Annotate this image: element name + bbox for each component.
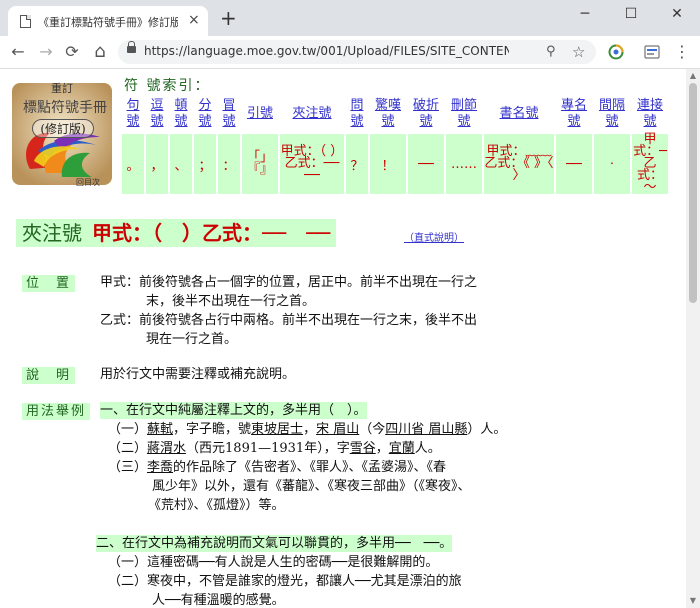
index-link-parenthesis[interactable]: 夾注號 — [280, 94, 344, 134]
address-bar[interactable]: https://language.moe.gov.tw/001/Upload/F… — [118, 40, 596, 64]
usage-example-5: （二）寒夜中，不管是誰家的燈光，都讓人──尤其是漂泊的旅 人──有種溫暖的感覺。 — [108, 574, 462, 608]
symbol-cell: 甲式：─ 乙式：～ — [632, 132, 668, 195]
browser-toolbar: ← → ⟳ ⌂ https://language.moe.gov.tw/001/… — [0, 36, 700, 69]
index-link-quotation[interactable]: 引號 — [242, 94, 278, 134]
url-text[interactable]: https://language.moe.gov.tw/001/Upload/F… — [144, 44, 509, 58]
reload-button[interactable]: ⟳ — [62, 42, 82, 62]
logo-line2: 標點符號手冊 — [23, 100, 107, 116]
new-tab-button[interactable]: + — [220, 8, 237, 28]
section-forms: 甲式：（ ）乙式：── ── — [92, 221, 331, 245]
symbol-index-symbol-row: 。 ， 、 ； ： 「」『』 甲式：（ ）乙式：── ── ？ ！ ── …… … — [122, 132, 668, 195]
index-link-ellipsis[interactable]: 刪節號 — [446, 94, 482, 134]
symbol-index-label: 符 號索引： — [124, 78, 211, 94]
symbol-cell: 。 — [122, 134, 144, 194]
browser-titlebar: 《重訂標點符號手冊》修訂版--引號 × + ─ ☐ ✕ — [0, 0, 700, 36]
index-link-connector[interactable]: 連接號 — [632, 94, 668, 134]
symbol-cell: ； — [194, 134, 216, 194]
maximize-button[interactable]: ☐ — [608, 0, 654, 30]
position-a-line2: 末，後半不出現在一行之首。 — [146, 294, 316, 309]
index-link-semicolon[interactable]: 分號 — [194, 94, 216, 134]
symbol-cell: ── — [408, 134, 444, 194]
position-b-line2: 現在一行之首。 — [146, 332, 238, 347]
symbol-cell: ： — [218, 134, 240, 194]
back-to-contents-link[interactable]: 回目次 — [76, 177, 100, 188]
index-link-period[interactable]: 句號 — [122, 94, 144, 134]
symbol-cell: 「」『』 — [242, 134, 278, 194]
symbol-cell: ── — [556, 134, 592, 194]
page-icon — [20, 15, 31, 28]
symbol-cell: …… — [446, 134, 482, 194]
index-link-book-title[interactable]: 書名號 — [484, 94, 554, 134]
index-link-question[interactable]: 問號 — [346, 94, 368, 134]
symbol-cell: 甲式：（ ）乙式：── ── — [280, 134, 344, 194]
symbol-cell: 、 — [170, 134, 192, 194]
symbol-cell: 甲式：﹏﹏乙式：《 》〈 〉 — [484, 134, 554, 194]
symbol-index-header-row: 句號 逗號 頓號 分號 冒號 引號 夾注號 問號 驚嘆號 破折號 刪節號 書名號… — [122, 94, 668, 134]
lock-icon[interactable] — [127, 41, 136, 53]
explanation-label: 說 明 — [22, 367, 76, 384]
usage-heading-2: 二、在行文中為補充說明而文氣可以聯貫的，多半用── ──。 — [96, 535, 453, 552]
scrollbar-thumb[interactable] — [689, 83, 697, 303]
index-link-comma[interactable]: 逗號 — [146, 94, 168, 134]
logo-line3: (修訂版) — [32, 119, 94, 138]
position-a-line1: 甲式：前後符號各占一個字的位置，居正中。前半不出現在一行之 — [100, 275, 478, 290]
symbol-cell: ‧ — [594, 134, 630, 194]
browser-menu-icon[interactable]: ⋮ — [672, 42, 692, 62]
usage-example-3: （三）李喬的作品除了《告密者》、《罪人》、《孟婆湯》、《春 風少年》以外，還有《… — [108, 460, 471, 513]
home-button[interactable]: ⌂ — [90, 42, 110, 62]
forward-button[interactable]: → — [36, 42, 56, 62]
index-link-enumeration-comma[interactable]: 頓號 — [170, 94, 192, 134]
scroll-down-icon[interactable]: ▼ — [686, 594, 700, 608]
position-text: 甲式：前後符號各占一個字的位置，居正中。前半不出現在一行之 末，後半不出現在一行… — [100, 273, 570, 349]
usage-label: 用法舉例 — [22, 403, 91, 420]
usage-example-1: （一）蘇軾，字子瞻，號東坡居士，宋 眉山（今四川省 眉山縣）人。 — [108, 422, 507, 437]
scroll-up-icon[interactable]: ▲ — [686, 69, 700, 83]
logo-line1: 重訂 — [51, 82, 73, 95]
position-b-line1: 乙式：前後符號各占行中兩格。前半不出現在一行之末，後半不出 — [100, 313, 478, 328]
symbol-cell: ， — [146, 134, 168, 194]
explanation-text: 用於行文中需要注釋或補充說明。 — [100, 367, 296, 382]
handbook-logo[interactable]: 重訂 標點符號手冊 (修訂版) 回目次 — [10, 81, 114, 187]
symbol-index-table: 句號 逗號 頓號 分號 冒號 引號 夾注號 問號 驚嘆號 破折號 刪節號 書名號… — [120, 94, 670, 194]
bookmark-star-icon[interactable]: ☆ — [572, 42, 585, 62]
index-link-dash[interactable]: 破折號 — [408, 94, 444, 134]
back-button[interactable]: ← — [8, 42, 28, 62]
tab-close-icon[interactable]: × — [188, 11, 200, 29]
usage-example-4: （一）這種密碼──有人說是人生的密碼──是很難解開的。 — [108, 555, 439, 570]
symbol-cell: ！ — [370, 134, 406, 194]
page-content: 重訂 標點符號手冊 (修訂版) 回目次 符 號索引： 句號 逗號 頓號 分號 冒… — [0, 69, 686, 608]
section-heading: 夾注號 甲式：（ ）乙式：── ── — [16, 219, 337, 247]
tab-title: 《重訂標點符號手冊》修訂版--引號 — [38, 16, 178, 29]
extension-icon[interactable] — [608, 44, 624, 60]
page-scrollbar[interactable]: ▲ ▼ — [686, 69, 700, 608]
reader-extension-icon[interactable] — [644, 44, 660, 60]
index-link-interpunct[interactable]: 間隔號 — [594, 94, 630, 134]
vertical-explanation-link[interactable]: （直式說明） — [404, 229, 464, 244]
index-link-exclamation[interactable]: 驚嘆號 — [370, 94, 406, 134]
usage-example-2: （二）蔣渭水（西元1891—1931年），字雪谷，宜蘭人。 — [108, 441, 441, 456]
close-window-button[interactable]: ✕ — [654, 0, 700, 30]
index-link-colon[interactable]: 冒號 — [218, 94, 240, 134]
zoom-icon[interactable]: ⚲ — [546, 42, 556, 62]
index-link-proper-noun[interactable]: 專名號 — [556, 94, 592, 134]
browser-tab-active[interactable]: 《重訂標點符號手冊》修訂版--引號 × — [8, 6, 208, 36]
section-title: 夾注號 — [22, 221, 82, 245]
minimize-button[interactable]: ─ — [562, 0, 608, 30]
position-label: 位 置 — [22, 275, 76, 292]
symbol-cell: ？ — [346, 134, 368, 194]
usage-heading-1: 一、在行文中純屬注釋上文的，多半用（ ）。 — [100, 402, 367, 419]
